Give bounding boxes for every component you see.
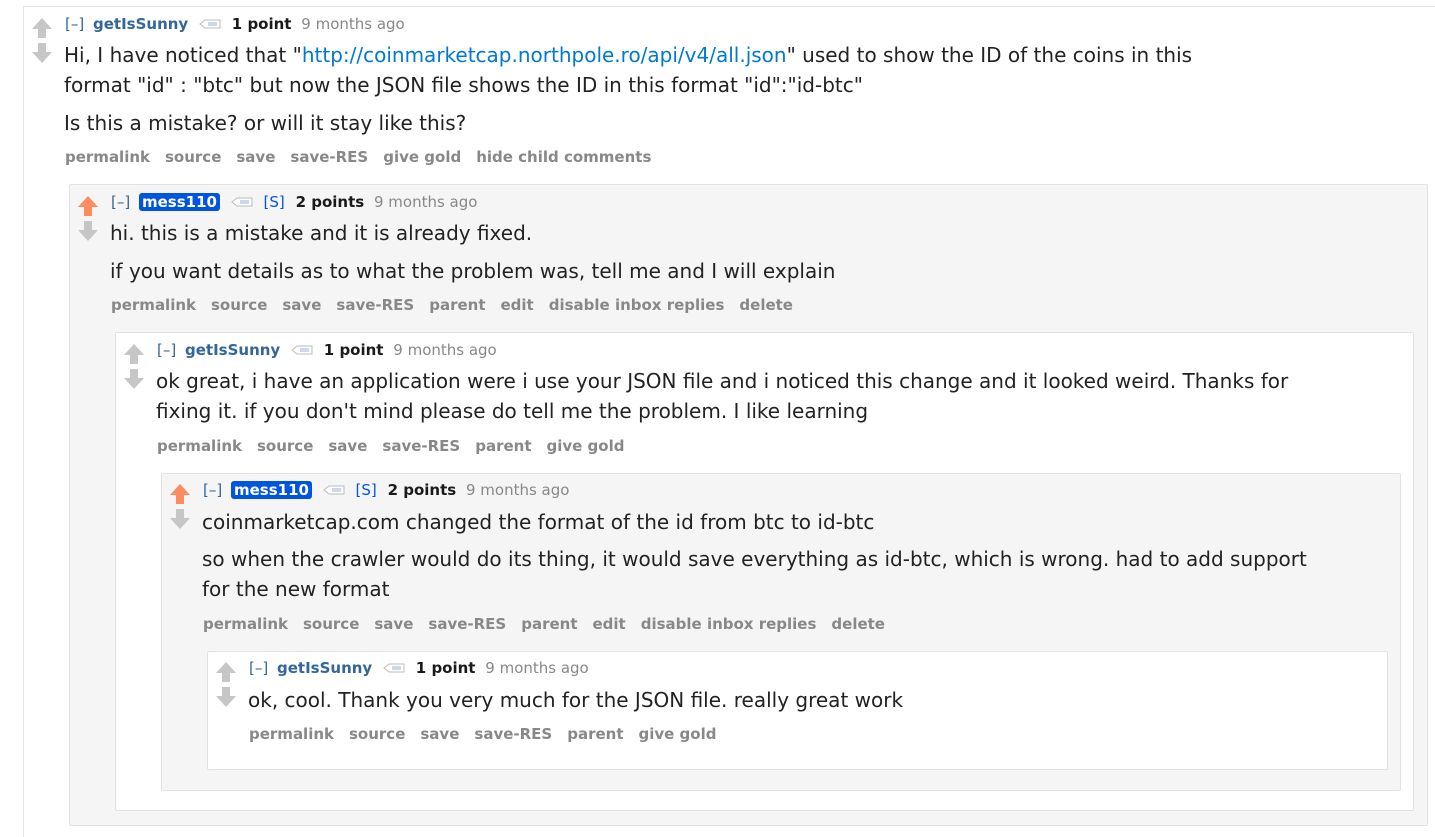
source-button[interactable]: source	[303, 615, 359, 633]
author-link[interactable]: getIsSunny	[185, 341, 280, 359]
body-text: ok great, i have an application were i u…	[156, 369, 1289, 393]
comment-tagline: [–] getIsSunny 1 point 9 months ago	[157, 340, 497, 360]
source-button[interactable]: source	[211, 296, 267, 314]
collapse-toggle[interactable]: [–]	[111, 193, 130, 211]
submitter-flag[interactable]: [S]	[356, 481, 377, 499]
body-text: for the new format	[202, 577, 390, 601]
timestamp: 9 months ago	[465, 481, 570, 499]
comment-tagline: [–] mess110 [S] 2 points 9 months ago	[203, 480, 569, 500]
comment-body: ok, cool. Thank you very much for the JS…	[248, 685, 903, 715]
user-tag-icon[interactable]	[230, 197, 253, 207]
score: 1 point	[231, 15, 292, 33]
score: 2 points	[387, 481, 457, 499]
body-text: " used to show the ID of the coins in th…	[786, 43, 1193, 67]
timestamp: 9 months ago	[301, 15, 405, 33]
comment-body: ok great, i have an application were i u…	[156, 366, 1288, 426]
comment-buttons: permalink source save save-RES give gold hide…	[65, 147, 666, 167]
author-link[interactable]: mess110	[139, 193, 220, 211]
comment-buttons: permalink source save save-RES parent edit dis…	[111, 295, 808, 315]
body-text: format "id" : "btc" but now the JSON fil…	[64, 73, 863, 97]
save-res-button[interactable]: save-RES	[428, 615, 506, 633]
author-link[interactable]: mess110	[231, 481, 312, 499]
collapse-toggle[interactable]: [–]	[249, 659, 268, 677]
downvote-arrow-icon[interactable]	[77, 220, 99, 242]
source-button[interactable]: source	[165, 148, 221, 166]
body-text: Is this a mistake? or will it stay like …	[64, 111, 467, 135]
user-tag-icon[interactable]	[322, 485, 345, 495]
score: 1 point	[323, 341, 384, 359]
score: 2 points	[295, 193, 365, 211]
parent-button[interactable]: parent	[475, 437, 531, 455]
source-button[interactable]: source	[257, 437, 313, 455]
timestamp: 9 months ago	[393, 341, 497, 359]
body-text: fixing it. if you don't mind please do t…	[156, 399, 869, 423]
author-link[interactable]: getIsSunny	[93, 15, 188, 33]
hide-child-comments-button[interactable]: hide child comments	[476, 148, 651, 166]
disable-inbox-replies-button[interactable]: disable inbox replies	[641, 615, 817, 633]
comment-body: coinmarketcap.com changed the format of …	[202, 507, 1307, 604]
save-res-button[interactable]: save-RES	[290, 148, 368, 166]
body-text: so when the crawler would do its thing, …	[202, 547, 1307, 571]
save-button[interactable]: save	[328, 437, 367, 455]
delete-button[interactable]: delete	[739, 296, 793, 314]
parent-button[interactable]: parent	[429, 296, 485, 314]
downvote-arrow-icon[interactable]	[31, 42, 53, 64]
body-text: Hi, I have noticed that "	[64, 43, 302, 67]
source-button[interactable]: source	[349, 725, 405, 743]
comment-tagline: [–] getIsSunny 1 point 9 months ago	[249, 658, 589, 678]
upvote-arrow-icon[interactable]	[215, 661, 237, 683]
upvote-arrow-icon[interactable]	[169, 483, 191, 505]
body-text: coinmarketcap.com changed the format of …	[202, 510, 875, 534]
save-res-button[interactable]: save-RES	[336, 296, 414, 314]
api-link[interactable]: http://coinmarketcap.northpole.ro/api/v4…	[302, 43, 787, 67]
save-button[interactable]: save	[374, 615, 413, 633]
save-res-button[interactable]: save-RES	[382, 437, 460, 455]
comment-body: Hi, I have noticed that "http://coinmark…	[64, 40, 1192, 138]
permalink-button[interactable]: permalink	[65, 148, 150, 166]
collapse-toggle[interactable]: [–]	[65, 15, 84, 33]
upvote-arrow-icon[interactable]	[123, 343, 145, 365]
upvote-arrow-icon[interactable]	[31, 17, 53, 39]
body-text: if you want details as to what the probl…	[110, 259, 836, 283]
delete-button[interactable]: delete	[831, 615, 885, 633]
score: 1 point	[415, 659, 476, 677]
save-button[interactable]: save	[236, 148, 275, 166]
collapse-toggle[interactable]: [–]	[157, 341, 176, 359]
downvote-arrow-icon[interactable]	[123, 368, 145, 390]
submitter-flag[interactable]: [S]	[264, 193, 285, 211]
permalink-button[interactable]: permalink	[249, 725, 334, 743]
give-gold-button[interactable]: give gold	[639, 725, 717, 743]
timestamp: 9 months ago	[373, 193, 478, 211]
upvote-arrow-icon[interactable]	[77, 195, 99, 217]
user-tag-icon[interactable]	[383, 663, 405, 673]
disable-inbox-replies-button[interactable]: disable inbox replies	[549, 296, 725, 314]
comment-buttons: permalink source save save-RES parent give go…	[249, 724, 731, 744]
parent-button[interactable]: parent	[567, 725, 623, 743]
timestamp: 9 months ago	[485, 659, 589, 677]
permalink-button[interactable]: permalink	[157, 437, 242, 455]
user-tag-icon[interactable]	[199, 19, 221, 29]
save-button[interactable]: save	[282, 296, 321, 314]
comment-tagline: [–] getIsSunny 1 point 9 months ago	[65, 14, 405, 34]
edit-button[interactable]: edit	[593, 615, 626, 633]
collapse-toggle[interactable]: [–]	[203, 481, 222, 499]
permalink-button[interactable]: permalink	[203, 615, 288, 633]
parent-button[interactable]: parent	[521, 615, 577, 633]
comment-buttons: permalink source save save-RES parent give go…	[157, 436, 639, 456]
body-text: hi. this is a mistake and it is already …	[110, 221, 533, 245]
save-res-button[interactable]: save-RES	[474, 725, 552, 743]
body-text: ok, cool. Thank you very much for the JS…	[248, 688, 904, 712]
give-gold-button[interactable]: give gold	[383, 148, 461, 166]
downvote-arrow-icon[interactable]	[215, 686, 237, 708]
comment-tagline: [–] mess110 [S] 2 points 9 months ago	[111, 192, 477, 212]
permalink-button[interactable]: permalink	[111, 296, 196, 314]
comment-body: hi. this is a mistake and it is already …	[110, 218, 835, 286]
give-gold-button[interactable]: give gold	[547, 437, 625, 455]
save-button[interactable]: save	[420, 725, 459, 743]
comment-buttons: permalink source save save-RES parent edit dis…	[203, 614, 900, 634]
downvote-arrow-icon[interactable]	[169, 508, 191, 530]
edit-button[interactable]: edit	[501, 296, 534, 314]
author-link[interactable]: getIsSunny	[277, 659, 372, 677]
user-tag-icon[interactable]	[291, 345, 313, 355]
